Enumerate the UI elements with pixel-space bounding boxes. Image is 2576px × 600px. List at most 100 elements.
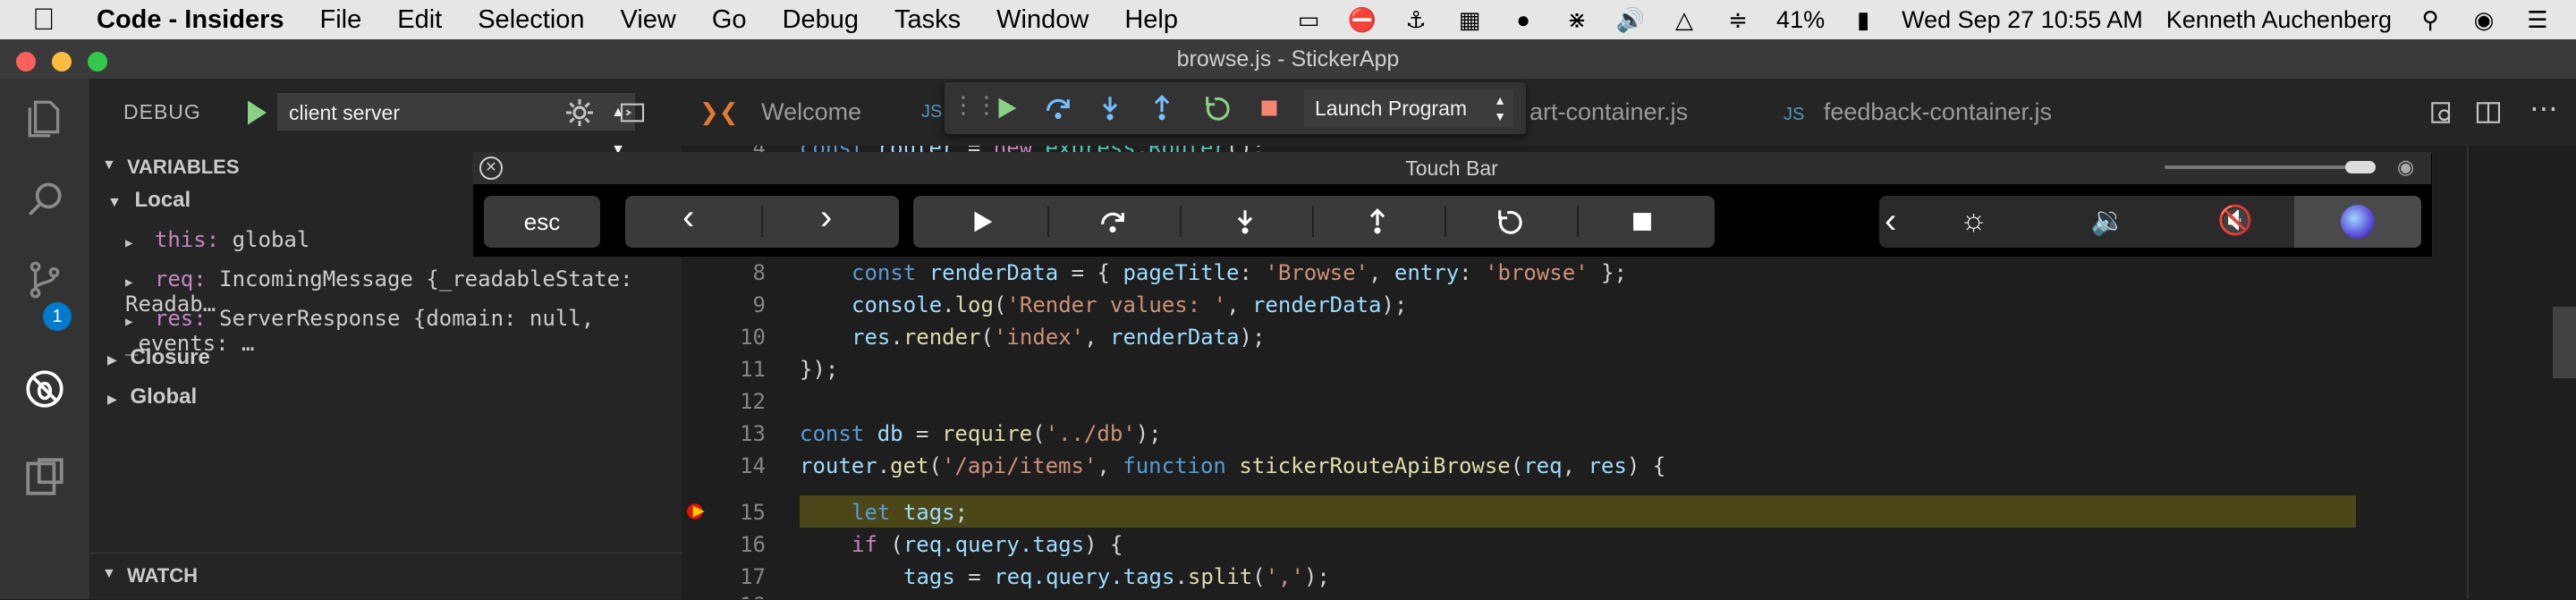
volume-icon[interactable]: 🔊 [1615,6,1646,33]
start-debugging-icon[interactable] [240,97,272,129]
mute-icon[interactable]: 🔇 [2217,203,2253,237]
code-token: 'Render values: ' [1006,292,1227,317]
code-token: req.query.tags [994,564,1175,589]
menu-go[interactable]: Go [712,5,747,35]
back-chevron-icon[interactable]: ‹ [682,198,694,238]
code-token: entry [1394,260,1460,285]
code-token: require [941,421,1033,446]
launch-config-value: client server [289,101,400,124]
code-line[interactable]: tags = req.query.tags.split(','); [903,564,1330,589]
screen-record-icon[interactable]: ▭ [1293,6,1324,33]
code-line[interactable]: router.get('/api/items', function sticke… [800,453,1665,478]
code-line[interactable]: let tags; [852,500,968,525]
menu-window[interactable]: Window [996,5,1089,35]
line-number: 15 [740,500,766,525]
debug-touch-keys [913,196,1715,248]
touch-bar-title: Touch Bar [1405,156,1498,180]
incognito-icon[interactable]: ● [1508,6,1538,33]
siri-icon[interactable]: ◉ [2469,6,2499,33]
tab-welcome[interactable]: ❯❮ Welcome [699,79,941,146]
airplay-icon[interactable]: △ [1669,6,1699,33]
notification-center-icon[interactable]: ☰ [2522,6,2553,33]
restart-icon[interactable] [1202,93,1233,123]
blocked-icon[interactable]: ⛔ [1347,6,1377,33]
scope-closure[interactable]: ▶ Closure [107,345,210,370]
tab-art-container[interactable]: art-container.js [1530,79,1753,146]
scope-local[interactable]: ▼ Local [107,188,191,213]
tab-feedback-container[interactable]: JS feedback-container.js [1784,79,2106,146]
launch-program-select[interactable]: Launch Program ▲ ▼ [1304,89,1513,127]
forward-chevron-icon[interactable]: › [820,198,832,238]
expand-control-strip-icon[interactable]: ‹ [1885,201,1896,241]
menu-tasks[interactable]: Tasks [894,5,961,35]
user-name[interactable]: Kenneth Auchenberg [2166,6,2392,34]
menu-view[interactable]: View [621,5,676,35]
touchbar-step-into-icon[interactable] [1230,207,1260,237]
close-touchbar-icon[interactable]: ✕ [479,156,503,180]
open-changes-icon[interactable] [2428,98,2456,127]
split-editor-icon[interactable] [2474,98,2503,127]
scope-global[interactable]: ▶ Global [107,385,197,410]
key-divider [1047,207,1049,237]
step-out-icon[interactable] [1147,93,1177,123]
variable-name: req: [154,266,207,292]
touchbar-step-out-icon[interactable] [1362,207,1393,237]
debug-console-icon[interactable] [617,98,648,127]
menu-edit[interactable]: Edit [397,5,442,35]
camera-icon[interactable]: ◉ [2397,156,2414,179]
more-actions-icon[interactable]: ⋯ [2529,91,2558,125]
code-token: tags [902,500,955,525]
bluetooth-icon[interactable]: ⋇ [1562,6,1592,33]
code-token: let [852,500,891,525]
code-token: 'browse' [1485,260,1589,285]
code-line[interactable]: if (req.query.tags) { [852,532,1123,557]
code-line[interactable]: console.log('Render values: ', renderDat… [852,292,1407,317]
scrollbar-thumb[interactable] [2553,307,2576,378]
brightness-icon[interactable]: ☼ [1960,203,1987,238]
menu-debug[interactable]: Debug [783,5,859,35]
code-line[interactable]: const db = require('../db'); [800,421,1162,446]
touchbar-continue-icon[interactable] [967,207,997,237]
window-title: browse.js - StickerApp [1176,46,1400,72]
volume-icon[interactable]: 🔉 [2090,203,2126,237]
code-token: renderData [1251,292,1382,317]
gear-icon[interactable] [564,97,596,129]
docker-icon[interactable]: ⚓ [1401,6,1431,33]
stop-icon[interactable] [1254,93,1284,123]
code-token: stickerRouteApiBrowse [1239,453,1511,478]
siri-key[interactable] [2294,196,2421,248]
clock[interactable]: Wed Sep 27 10:55 AM [1902,6,2143,34]
touch-bar-title-bar: Touch Bar [472,152,2431,184]
watch-section-header[interactable]: ▼ WATCH [89,553,682,600]
step-over-icon[interactable] [1043,93,1073,123]
code-token: log [954,292,994,317]
touchbar-step-over-icon[interactable] [1097,207,1128,237]
code-line[interactable]: const renderData = { pageTitle: 'Browse'… [852,260,1627,285]
touchbar-size-slider-knob[interactable] [2345,161,2376,173]
variable-row[interactable]: ▶ this: global [125,227,309,252]
code-line[interactable]: }); [800,357,838,382]
code-line[interactable]: res.render('index', renderData); [852,325,1265,350]
battery-icon[interactable]: ▮ [1848,6,1878,33]
extensions-icon[interactable] [0,436,89,517]
touchbar-restart-icon[interactable] [1495,207,1525,237]
menu-help[interactable]: Help [1124,5,1178,35]
explorer-icon[interactable] [0,79,89,159]
menu-selection[interactable]: Selection [478,5,584,35]
search-icon[interactable] [0,159,89,240]
app-name[interactable]: Code - Insiders [97,5,284,35]
code-token: router [800,453,877,478]
current-line-highlight [800,495,2356,528]
touchbar-stop-icon[interactable] [1627,207,1657,237]
step-into-icon[interactable] [1095,93,1125,123]
memory-icon[interactable]: ▦ [1454,6,1485,33]
apple-icon[interactable]:  [32,3,68,38]
continue-icon[interactable] [991,93,1021,123]
wifi-icon[interactable]: ≑ [1723,6,1753,33]
spotlight-search-icon[interactable]: ⚲ [2415,6,2445,33]
touchbar-size-slider[interactable] [2165,165,2370,169]
menu-file[interactable]: File [320,5,362,35]
floating-debug-toolbar: ⋮⋮ Launch Program ▲ ▼ [945,82,1526,134]
esc-key[interactable]: esc [484,196,600,248]
debug-icon[interactable] [0,349,89,429]
